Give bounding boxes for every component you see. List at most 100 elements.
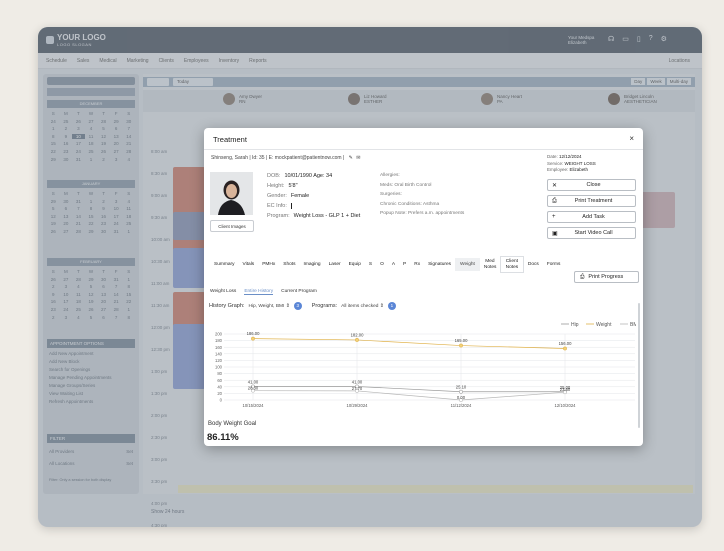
y-tick-label: 140 [215, 351, 223, 356]
tab-rx[interactable]: Rx [410, 262, 424, 268]
body-weight-goal-label: Body Weight Goal [208, 421, 257, 427]
date-label: Date: [547, 154, 558, 159]
data-label: 165.00 [455, 338, 468, 343]
chronic-conditions: Chronic Conditions: Asthma [380, 201, 440, 207]
tab-weight[interactable]: Weight [455, 257, 480, 272]
history-graph-select[interactable]: Hip, Weight, BMI ⇕ [248, 304, 289, 309]
tab-pmhx[interactable]: PMHx [258, 262, 279, 268]
programs-select[interactable]: All items checked ⇕ [341, 304, 384, 309]
tab-laser[interactable]: Laser [325, 262, 345, 268]
patient-line: Shinseng, Sarah | Id: 35 | E: mockpatien… [211, 155, 360, 161]
programs-value: All items checked [341, 303, 379, 309]
close-button[interactable]: ✕ Close [547, 179, 636, 191]
data-label: 28.30 [248, 386, 259, 391]
print-progress-label: Print Progress [588, 274, 624, 280]
data-label: 41.00 [248, 379, 259, 384]
plus-icon: + [552, 214, 556, 220]
data-label: 0.00 [457, 395, 466, 400]
tab-client-notes[interactable]: Client Notes [499, 256, 524, 273]
close-icon[interactable]: × [629, 134, 634, 143]
weight-subtabs: Weight Loss Entire History Current Progr… [210, 289, 317, 295]
patient-photo [210, 172, 253, 215]
subtab-entire-history[interactable]: Entire History [244, 289, 274, 295]
height-value: 5'8" [288, 183, 298, 189]
y-tick-label: 80 [217, 371, 222, 376]
height-row: Height: 5'8" [267, 181, 360, 191]
start-video-call-button[interactable]: ▣ Start Video Call [547, 227, 636, 239]
legend-label: Weight [596, 322, 612, 328]
tab-a[interactable]: A [388, 262, 399, 268]
treatment-meta: Date: 12/12/2024 Service: WEIGHT LOSS Em… [547, 154, 596, 174]
divider [204, 149, 643, 150]
data-label: 156.00 [559, 341, 572, 346]
treatment-tabs: Summary Vitals PMHx Shots Imaging Laser … [210, 256, 564, 273]
tab-vitals[interactable]: Vitals [239, 262, 259, 268]
tab-med-notes[interactable]: Med Notes [480, 259, 500, 270]
allergies: Allergies: [380, 173, 400, 178]
y-tick-label: 20 [217, 391, 222, 396]
close-x-icon: ✕ [552, 182, 558, 189]
data-label: 41.00 [352, 379, 363, 384]
demographics: DOB: 10/01/1990 Age: 34 Height: 5'8" Gende… [267, 171, 360, 221]
tab-forms[interactable]: Forms [543, 262, 565, 268]
dob-label: DOB: [267, 173, 281, 179]
client-images-button[interactable]: Client Images [210, 220, 254, 232]
employee-value: Elizabeth [569, 167, 589, 172]
add-task-button[interactable]: + Add Task [547, 211, 636, 223]
legend-label: BMI [630, 322, 636, 328]
data-label: 182.00 [351, 332, 364, 337]
modal-scrollbar[interactable] [638, 303, 640, 428]
tab-shots[interactable]: Shots [279, 262, 299, 268]
programs-label: Programs: [311, 303, 338, 309]
email-icon[interactable]: ✉ [356, 155, 360, 161]
video-call-label: Start Video Call [574, 230, 613, 236]
tab-s[interactable]: S [365, 262, 376, 268]
service-label: Service: [547, 160, 564, 166]
y-tick-label: 100 [215, 365, 223, 370]
close-label: Close [586, 182, 601, 188]
x-tick-label: 10/15/2024 [243, 403, 265, 408]
x-tick-label: 12/10/2024 [555, 403, 577, 408]
employee-label: Employee: [547, 167, 569, 172]
subtab-current-program[interactable]: Current Program [281, 289, 317, 295]
add-task-label: Add Task [582, 214, 605, 220]
meds: Meds: Oral Birth Control [380, 182, 432, 188]
medical-info: Allergies: Meds: Oral Birth Control Surg… [380, 171, 464, 219]
data-label: 23.60 [560, 387, 571, 392]
subtab-weight-loss[interactable]: Weight Loss [210, 289, 236, 295]
gender-row: Gender: Female [267, 191, 360, 201]
data-label: 25.10 [456, 385, 467, 390]
printer-icon: ⎙ [580, 273, 585, 280]
weight-history-chart: Hip Weight BMI 0 20 4060 80100 120 140160 180200 1… [204, 316, 639, 408]
data-point [459, 389, 463, 394]
dob-value: 10/01/1990 Age: 34 [284, 173, 333, 179]
patient-info: Shinseng, Sarah | Id: 35 | E: mockpatien… [211, 155, 345, 161]
ec-value[interactable] [290, 202, 292, 209]
patient-photo-image [210, 172, 253, 215]
y-tick-label: 0 [220, 398, 223, 403]
tab-p[interactable]: P [399, 262, 410, 268]
y-tick-label: 60 [217, 378, 222, 383]
data-point [563, 346, 567, 351]
tab-docs[interactable]: Docs [524, 262, 543, 268]
y-tick-label: 180 [215, 338, 223, 343]
tab-imaging[interactable]: Imaging [300, 262, 325, 268]
print-treatment-button[interactable]: ⎙ Print Treatment [547, 195, 636, 207]
tab-equip[interactable]: Equip [345, 262, 365, 268]
popup-note: Popup Note: Prefers a.m. appointments [380, 211, 465, 216]
history-controls: History Graph: Hip, Weight, BMI ⇕ 3 Prog… [209, 302, 396, 310]
ec-row: EC Info: [267, 201, 360, 211]
tab-o[interactable]: O [376, 262, 388, 268]
history-count-badge: 3 [293, 302, 302, 310]
program-row: Program: Weight Loss - GLP 1 + Diet [267, 211, 360, 221]
tab-signatures[interactable]: Signatures [424, 262, 455, 268]
edit-pencil-icon[interactable]: ✎ [349, 155, 353, 161]
data-point [355, 338, 359, 342]
data-label: 27.70 [352, 386, 363, 391]
program-value: Weight Loss - GLP 1 + Diet [293, 213, 361, 219]
treatment-modal: Treatment × Shinseng, Sarah | Id: 35 | E… [204, 128, 643, 446]
tab-summary[interactable]: Summary [210, 262, 239, 268]
height-label: Height: [267, 183, 285, 189]
print-progress-button[interactable]: ⎙ Print Progress [574, 271, 639, 283]
y-tick-label: 40 [217, 384, 222, 389]
